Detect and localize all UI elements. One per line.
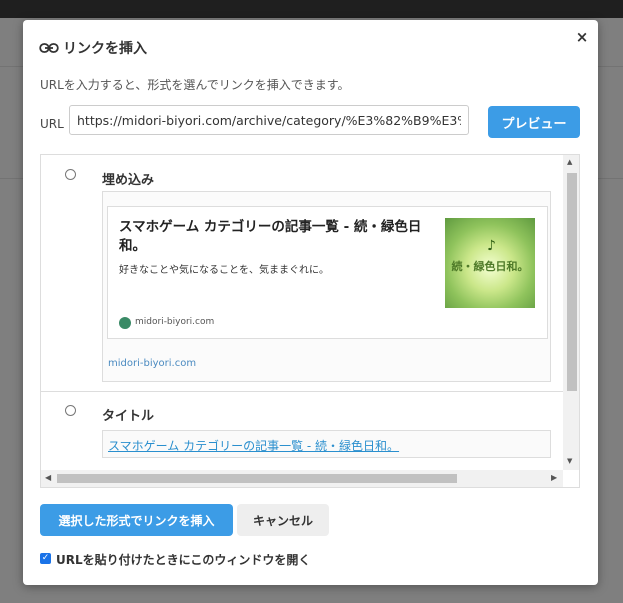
vertical-scroll-thumb[interactable] <box>567 173 577 391</box>
horizontal-scrollbar[interactable]: ◀ ▶ <box>41 470 563 487</box>
embed-site-link[interactable]: midori-biyori.com <box>108 358 196 369</box>
title-radio[interactable] <box>65 405 76 416</box>
card-description: 好きなことや気になることを、気ままぐれに。 <box>119 265 329 276</box>
option-title[interactable]: タイトル スマホゲーム カテゴリーの記事一覧 - 続・緑色日和。 <box>41 392 564 472</box>
card-title: スマホゲーム カテゴリーの記事一覧 - 続・緑色日和。 <box>119 219 422 254</box>
thumbnail-title: 続・緑色日和。 <box>451 260 529 273</box>
url-label: URL <box>40 117 64 131</box>
dialog-title-text: リンクを挿入 <box>63 41 147 57</box>
insert-link-dialog: リンクを挿入 × URLを入力すると、形式を選んでリンクを挿入できます。 URL… <box>23 20 598 585</box>
title-option-label: タイトル <box>102 409 155 424</box>
url-input[interactable] <box>69 105 469 135</box>
scroll-left-icon[interactable]: ◀ <box>45 473 51 482</box>
card-thumbnail: ♪ 続・緑色日和。 <box>445 218 535 308</box>
link-format-options: 埋め込み スマホゲーム カテゴリーの記事一覧 - 続・緑色日和。 好きなことや気… <box>40 154 580 488</box>
embed-card: スマホゲーム カテゴリーの記事一覧 - 続・緑色日和。 好きなことや気になること… <box>107 206 548 339</box>
embed-preview: スマホゲーム カテゴリーの記事一覧 - 続・緑色日和。 好きなことや気になること… <box>102 191 551 382</box>
embed-radio[interactable] <box>65 169 76 180</box>
preview-button[interactable]: プレビュー <box>488 106 580 138</box>
embed-option-label: 埋め込み <box>102 173 155 188</box>
open-window-checkbox-label[interactable]: URLを貼り付けたときにこのウィンドウを開く <box>56 551 310 568</box>
option-embed[interactable]: 埋め込み スマホゲーム カテゴリーの記事一覧 - 続・緑色日和。 好きなことや気… <box>41 155 564 392</box>
open-window-checkbox[interactable]: ✓ <box>40 553 51 564</box>
close-icon[interactable]: × <box>574 28 590 46</box>
favicon-icon <box>119 317 131 329</box>
link-icon <box>39 43 59 53</box>
dialog-title: リンクを挿入 <box>39 38 147 58</box>
insert-link-button[interactable]: 選択した形式でリンクを挿入 <box>40 504 233 536</box>
vertical-scrollbar[interactable]: ▲ ▼ <box>563 155 579 470</box>
horizontal-scroll-thumb[interactable] <box>57 474 457 483</box>
scroll-up-icon[interactable]: ▲ <box>567 158 572 166</box>
title-link[interactable]: スマホゲーム カテゴリーの記事一覧 - 続・緑色日和。 <box>108 437 399 454</box>
cancel-button[interactable]: キャンセル <box>237 504 329 536</box>
scroll-right-icon[interactable]: ▶ <box>551 473 557 482</box>
card-site: midori-biyori.com <box>135 317 215 327</box>
music-note-icon: ♪ <box>487 238 496 254</box>
dialog-description: URLを入力すると、形式を選んでリンクを挿入できます。 <box>40 78 350 92</box>
scroll-down-icon[interactable]: ▼ <box>567 457 572 465</box>
title-link-preview: スマホゲーム カテゴリーの記事一覧 - 続・緑色日和。 <box>102 430 551 458</box>
page-topbar <box>0 0 623 18</box>
